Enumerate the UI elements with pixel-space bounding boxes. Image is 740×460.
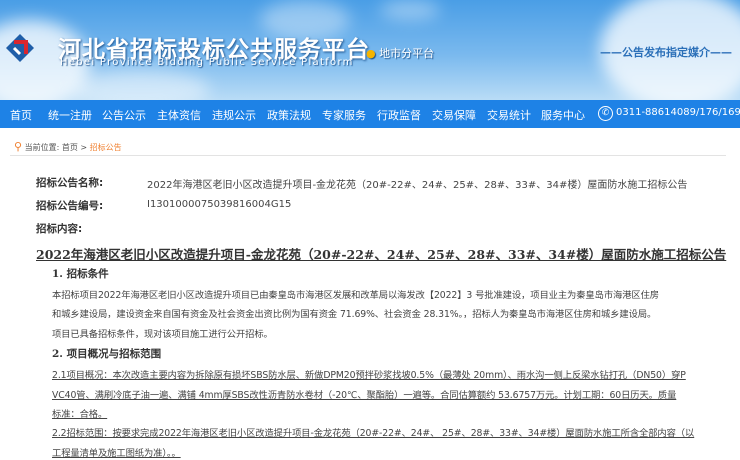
- location-pin-icon: ⚲: [14, 140, 23, 153]
- breadcrumb: ⚲ 当前位置: 首页 > 招标公告: [14, 140, 122, 153]
- paragraph-line: 本招标项目2022年海港区老旧小区改造提升项目已由秦皇岛市海港区发展和改革局以海…: [52, 290, 660, 301]
- city-platform-label: 地市分平台: [379, 47, 435, 60]
- breadcrumb-separator: >: [80, 143, 88, 152]
- paragraph-line: 工程量清单及施工图纸为准）。。: [52, 448, 181, 459]
- nav-experts[interactable]: 专家服务: [322, 107, 366, 123]
- main-nav: 首页 统一注册 公告公示 主体资信 违规公示 政策法规 专家服务 行政监督 交易…: [0, 100, 740, 128]
- paragraph-line: 项目已具备招标条件，现对该项目施工进行公开招标。: [52, 329, 273, 340]
- notice-name-value: 2022年海港区老旧小区改造提升项目-金龙花苑（20#-22#、24#、25#、…: [147, 180, 688, 191]
- breadcrumb-current[interactable]: 招标公告: [90, 143, 122, 152]
- breadcrumb-prefix: 当前位置:: [24, 143, 60, 152]
- location-pin-icon: ●: [366, 47, 376, 60]
- slogan: ——公告发布指定媒介——: [600, 46, 732, 59]
- nav-violations[interactable]: 违规公示: [212, 107, 256, 123]
- breadcrumb-home[interactable]: 首页: [62, 143, 78, 152]
- site-header: 河北省招标投标公共服务平台 Hebei Province Bidding Pub…: [0, 0, 740, 100]
- paragraph-line: 标准：合格。: [52, 409, 108, 420]
- nav-service-center[interactable]: 服务中心: [541, 107, 585, 123]
- nav-statistics[interactable]: 交易统计: [487, 107, 531, 123]
- logo-icon: [6, 34, 34, 62]
- section-heading: 1. 招标条件: [52, 268, 109, 280]
- section-heading: 2. 项目概况与招标范围: [52, 348, 162, 360]
- phone-icon: ✆: [598, 106, 613, 121]
- nav-home[interactable]: 首页: [10, 107, 32, 123]
- notice-code-value: I1301000075039816004G15: [147, 199, 292, 210]
- nav-announcements[interactable]: 公告公示: [102, 107, 146, 123]
- notice-name-label: 招标公告名称:: [36, 177, 104, 189]
- nav-guarantee[interactable]: 交易保障: [432, 107, 476, 123]
- paragraph-line: 2.1项目概况：本次改造主要内容为拆除原有损坏SBS防水层、新做DPM20预拌砂…: [52, 370, 686, 381]
- nav-policies[interactable]: 政策法规: [267, 107, 311, 123]
- nav-supervision[interactable]: 行政监督: [377, 107, 421, 123]
- divider: [10, 155, 726, 156]
- nav-credit[interactable]: 主体资信: [157, 107, 201, 123]
- paragraph-line: VC40管、满刷冷底子油一遍、满铺 4mm厚SBS改性沥青防水卷材（-20℃、聚…: [52, 390, 677, 401]
- site-subtitle: Hebei Province Bidding Public Service Pl…: [60, 57, 354, 68]
- document-title: 2022年海港区老旧小区改造提升项目-金龙花苑（20#-22#、24#、25#、…: [36, 247, 727, 262]
- paragraph-line: 2.2招标范围：按要求完成2022年海港区老旧小区改造提升项目-金龙花苑（20#…: [52, 428, 695, 439]
- city-platform-link[interactable]: ● 地市分平台: [366, 45, 434, 61]
- notice-code-label: 招标公告编号:: [36, 200, 104, 212]
- notice-content-label: 招标内容:: [36, 223, 83, 235]
- paragraph-line: 和城乡建设局，建设资金来自国有资金及社会资金出资比例为国有资金 71.69%、社…: [52, 309, 657, 320]
- nav-register[interactable]: 统一注册: [48, 107, 92, 123]
- phone-number: 0311-88614089/176/169: [616, 107, 740, 118]
